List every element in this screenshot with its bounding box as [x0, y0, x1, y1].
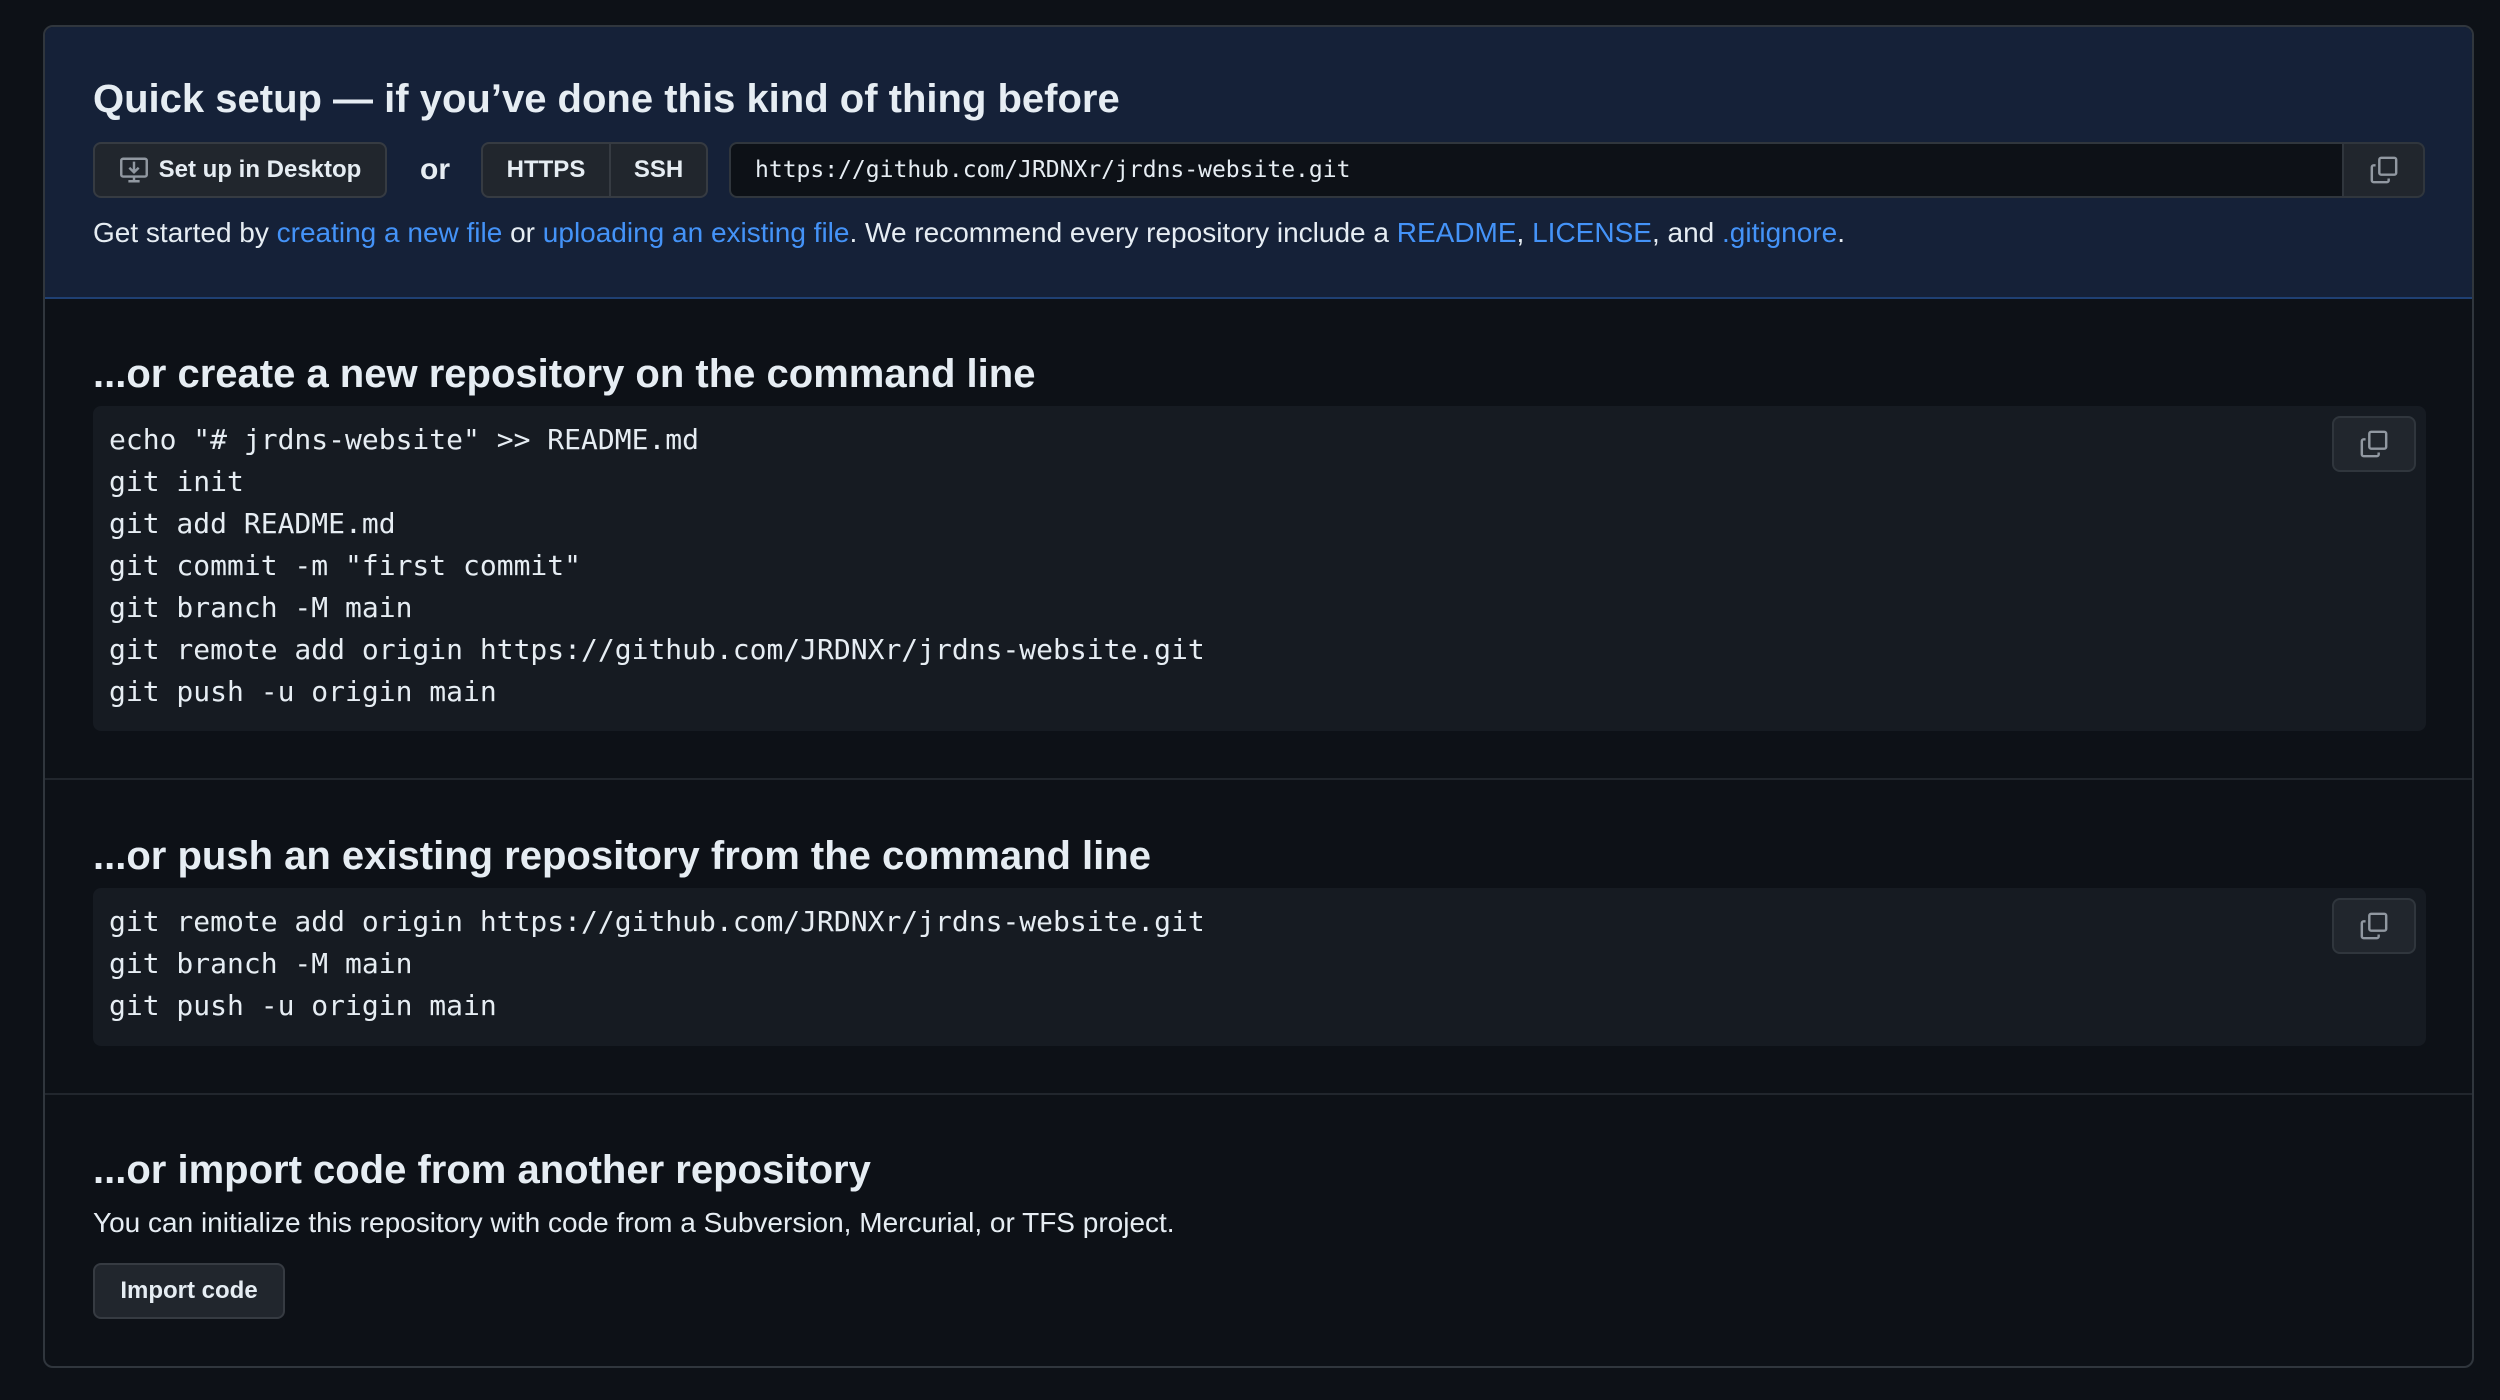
quick-setup-box: Quick setup — if you’ve done this kind o…	[45, 27, 2472, 299]
code-line: git push -u origin main	[109, 675, 497, 708]
import-code-button[interactable]: Import code	[93, 1263, 285, 1319]
section-divider	[45, 1093, 2472, 1095]
code-line: git branch -M main	[109, 947, 413, 980]
uploading-existing-file-link[interactable]: uploading an existing file	[543, 217, 850, 248]
code-line: git add README.md	[109, 507, 396, 540]
hint-text: . We recommend every repository include …	[849, 217, 1397, 248]
code-line: git branch -M main	[109, 591, 413, 624]
code-line: echo "# jrdns-website" >> README.md	[109, 423, 700, 456]
or-separator: or	[420, 153, 450, 186]
section-divider	[45, 778, 2472, 780]
creating-new-file-link[interactable]: creating a new file	[277, 217, 503, 248]
new-repo-title: ...or create a new repository on the com…	[93, 352, 1036, 396]
desktop-download-icon	[119, 157, 148, 183]
hint-text: ,	[1516, 217, 1533, 248]
readme-link[interactable]: README	[1397, 217, 1517, 248]
https-protocol-button[interactable]: HTTPS	[481, 142, 611, 198]
code-line: git push -u origin main	[109, 989, 497, 1022]
copy-push-commands-button[interactable]	[2332, 898, 2416, 954]
push-existing-title: ...or push an existing repository from t…	[93, 834, 1151, 878]
copy-icon	[2360, 430, 2388, 458]
get-started-hint: Get started by creating a new file or up…	[93, 217, 1845, 249]
new-repo-code-block: echo "# jrdns-website" >> README.md git …	[93, 406, 2426, 731]
code-line: git remote add origin https://github.com…	[109, 905, 1205, 938]
copy-url-button[interactable]	[2342, 142, 2425, 198]
copy-icon	[2370, 156, 2397, 184]
clone-url-input[interactable]: https://github.com/JRDNXr/jrdns-website.…	[729, 142, 2344, 198]
gitignore-link[interactable]: .gitignore	[1722, 217, 1837, 248]
code-line: git commit -m "first commit"	[109, 549, 582, 582]
quick-setup-title: Quick setup — if you’ve done this kind o…	[93, 77, 1120, 121]
ssh-protocol-button[interactable]: SSH	[609, 142, 708, 198]
license-link[interactable]: LICENSE	[1532, 217, 1652, 248]
repo-setup-panel: Quick setup — if you’ve done this kind o…	[43, 25, 2474, 1368]
hint-text: or	[502, 217, 543, 248]
setup-in-desktop-label: Set up in Desktop	[158, 156, 362, 183]
hint-text: Get started by	[93, 217, 277, 248]
code-line: git init	[109, 465, 244, 498]
hint-text: , and	[1651, 217, 1722, 248]
import-code-description: You can initialize this repository with …	[93, 1207, 1175, 1238]
copy-new-repo-commands-button[interactable]	[2332, 416, 2416, 472]
setup-in-desktop-button[interactable]: Set up in Desktop	[93, 142, 387, 198]
push-existing-code-block: git remote add origin https://github.com…	[93, 888, 2426, 1046]
import-code-title: ...or import code from another repositor…	[93, 1148, 871, 1192]
copy-icon	[2360, 912, 2388, 940]
hint-text: .	[1837, 217, 1845, 248]
code-line: git remote add origin https://github.com…	[109, 633, 1205, 666]
